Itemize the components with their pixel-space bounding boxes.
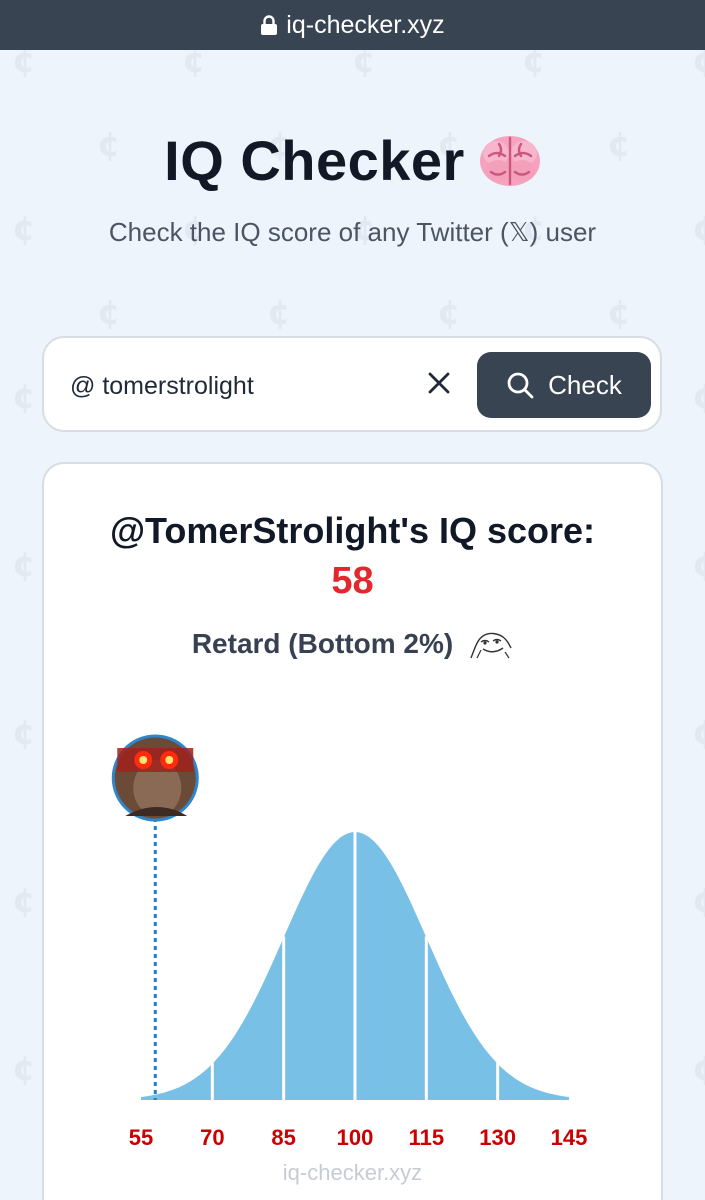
avatar <box>111 734 199 822</box>
check-button-label: Check <box>548 369 622 400</box>
x-tick-label: 130 <box>479 1125 516 1150</box>
page-subtitle: Check the IQ score of any Twitter (𝕏) us… <box>108 217 597 247</box>
brain-icon <box>479 135 540 186</box>
watermark-glyph: ¢ <box>692 545 705 585</box>
watermark-glyph: ¢ <box>692 377 705 417</box>
iq-distribution-chart: 55 70 85 100 115 130 145 <box>111 734 588 1150</box>
watermark-glyph: ¢ <box>12 713 36 753</box>
search-bar: Check <box>42 336 662 432</box>
watermark-glyph: ¢ <box>12 881 36 921</box>
watermark-glyph: ¢ <box>97 293 121 333</box>
x-tick-label: 70 <box>200 1125 224 1150</box>
page-title-text: IQ Checker <box>164 129 465 192</box>
result-heading: @TomerStrolight's IQ score: <box>109 510 596 551</box>
x-tick-label: 145 <box>551 1125 588 1150</box>
watermark-glyph: ¢ <box>607 293 631 333</box>
username-input[interactable] <box>70 372 390 401</box>
result-card: @TomerStrolight's IQ score: 58 Retard (B… <box>42 462 663 1200</box>
watermark-glyph: ¢ <box>12 377 36 417</box>
watermark-glyph: ¢ <box>692 713 705 753</box>
page-title: IQ Checker <box>164 128 541 193</box>
meme-face-icon <box>470 632 512 659</box>
search-icon <box>507 372 534 399</box>
x-tick-label: 55 <box>129 1125 153 1150</box>
watermark-glyph: ¢ <box>267 293 291 333</box>
watermark-glyph: ¢ <box>437 293 461 333</box>
iq-category: Retard (Bottom 2%) <box>44 628 661 660</box>
x-tick-label: 100 <box>337 1125 374 1150</box>
check-button[interactable]: Check <box>477 352 651 418</box>
browser-address-bar[interactable]: iq-checker.xyz <box>0 0 705 50</box>
lock-icon <box>261 15 278 35</box>
iq-score-value: 58 <box>331 560 374 602</box>
watermark-glyph: ¢ <box>692 1049 705 1089</box>
watermark-glyph: ¢ <box>12 545 36 585</box>
watermark-glyph: ¢ <box>692 881 705 921</box>
x-tick-label: 85 <box>271 1125 295 1150</box>
close-icon[interactable] <box>424 368 454 398</box>
x-tick-label: 115 <box>409 1125 445 1150</box>
watermark-text: iq-checker.xyz <box>282 1160 423 1185</box>
url-text: iq-checker.xyz <box>286 10 445 39</box>
iq-category-label: Retard (Bottom 2%) <box>191 628 454 659</box>
watermark-glyph: ¢ <box>12 1049 36 1089</box>
